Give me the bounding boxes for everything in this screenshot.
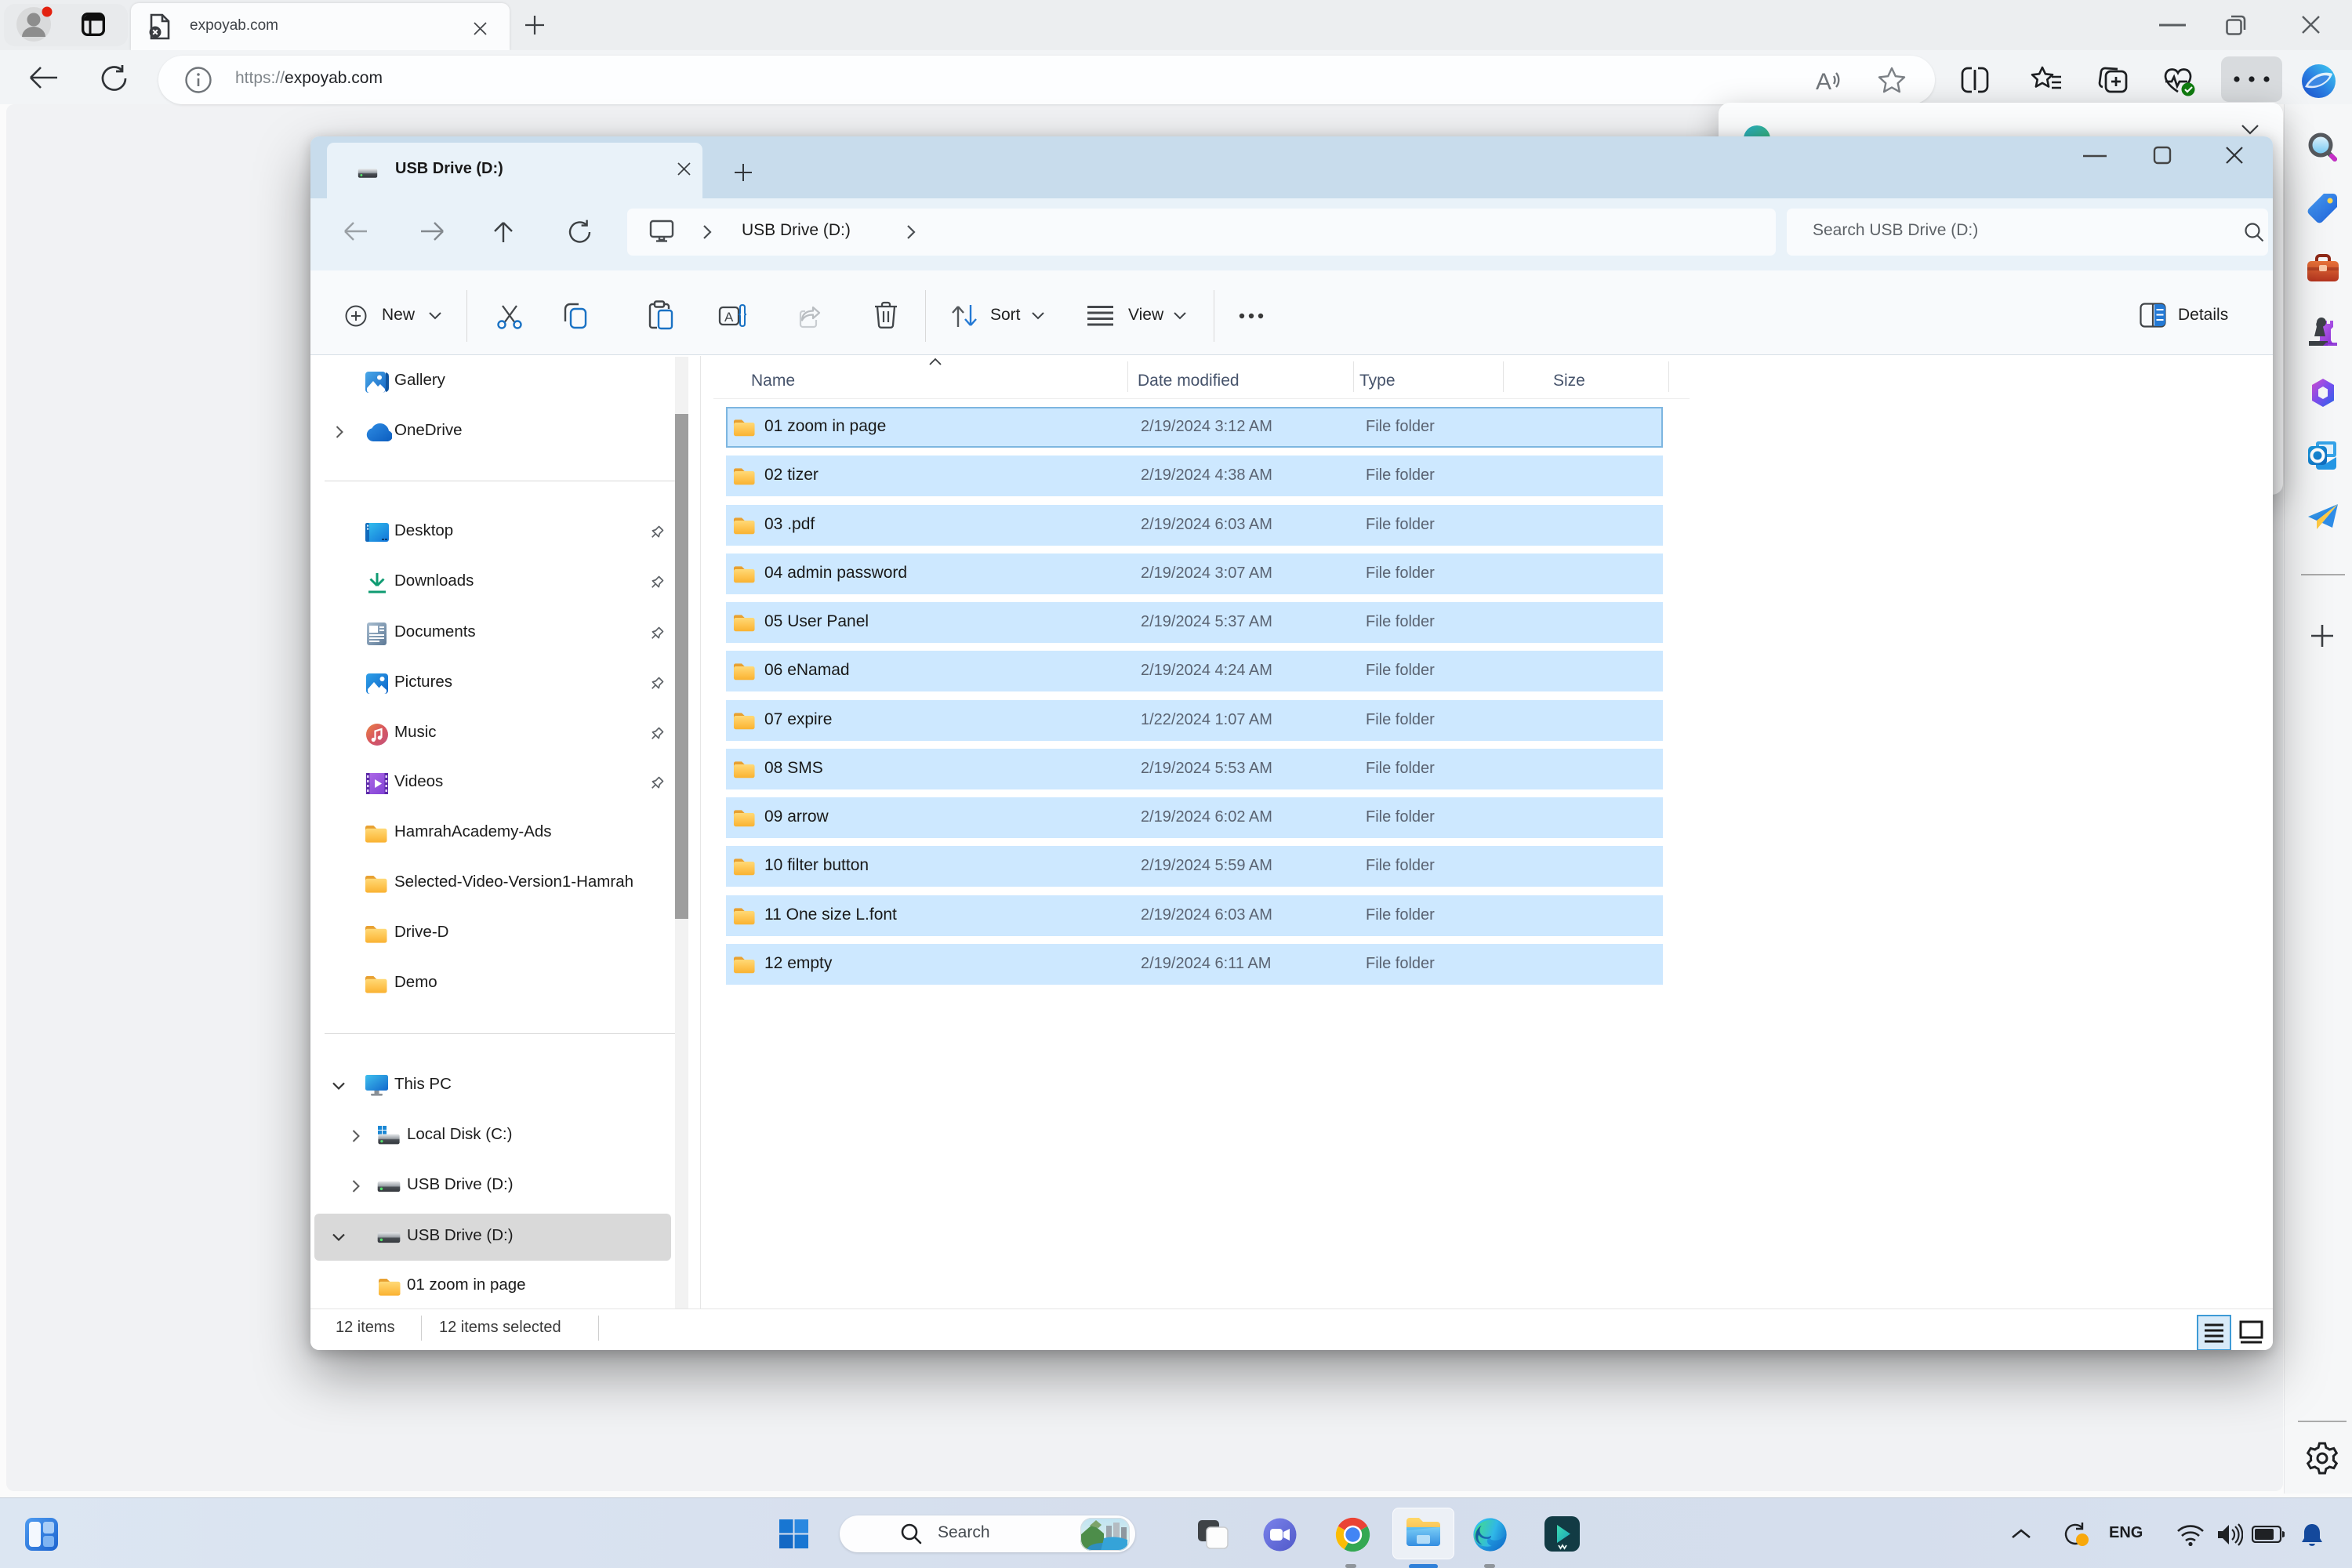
svg-text:A: A (1816, 69, 1831, 93)
